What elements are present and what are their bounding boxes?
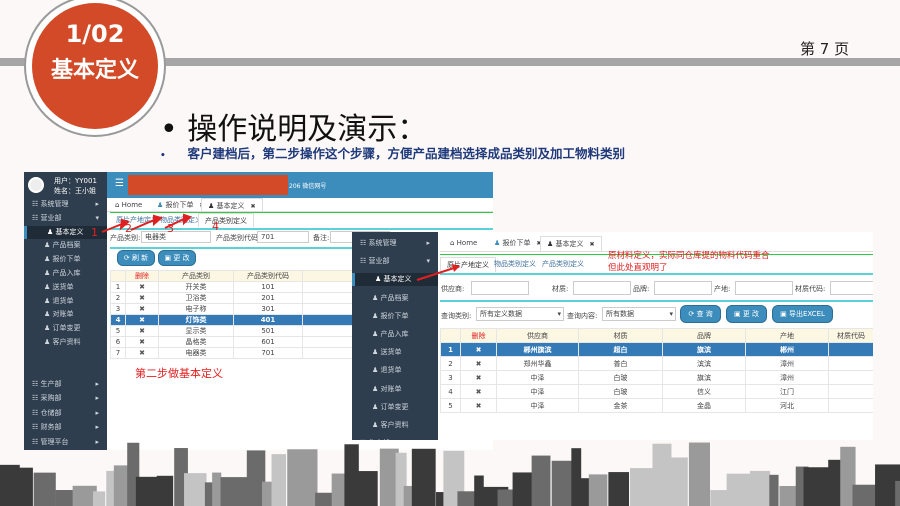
building bbox=[14, 467, 33, 506]
building bbox=[33, 472, 56, 506]
building bbox=[531, 455, 551, 506]
building bbox=[212, 472, 222, 506]
building bbox=[135, 476, 157, 506]
building bbox=[688, 442, 710, 506]
city-skyline-decoration bbox=[0, 442, 900, 506]
building bbox=[403, 485, 413, 506]
annotation-arrow bbox=[416, 264, 460, 281]
building bbox=[769, 474, 779, 506]
building bbox=[93, 491, 106, 506]
building bbox=[710, 490, 729, 506]
building bbox=[667, 457, 688, 506]
building bbox=[895, 480, 900, 506]
building bbox=[287, 449, 318, 506]
building bbox=[156, 475, 174, 506]
building bbox=[608, 472, 630, 506]
building bbox=[588, 474, 608, 506]
building bbox=[828, 459, 841, 506]
building bbox=[577, 478, 591, 506]
building bbox=[726, 473, 751, 506]
building bbox=[355, 471, 378, 506]
building bbox=[184, 473, 207, 506]
building bbox=[331, 473, 345, 506]
building bbox=[750, 470, 771, 506]
building bbox=[411, 448, 436, 506]
building bbox=[271, 454, 287, 506]
building bbox=[630, 468, 654, 506]
building bbox=[512, 472, 533, 506]
